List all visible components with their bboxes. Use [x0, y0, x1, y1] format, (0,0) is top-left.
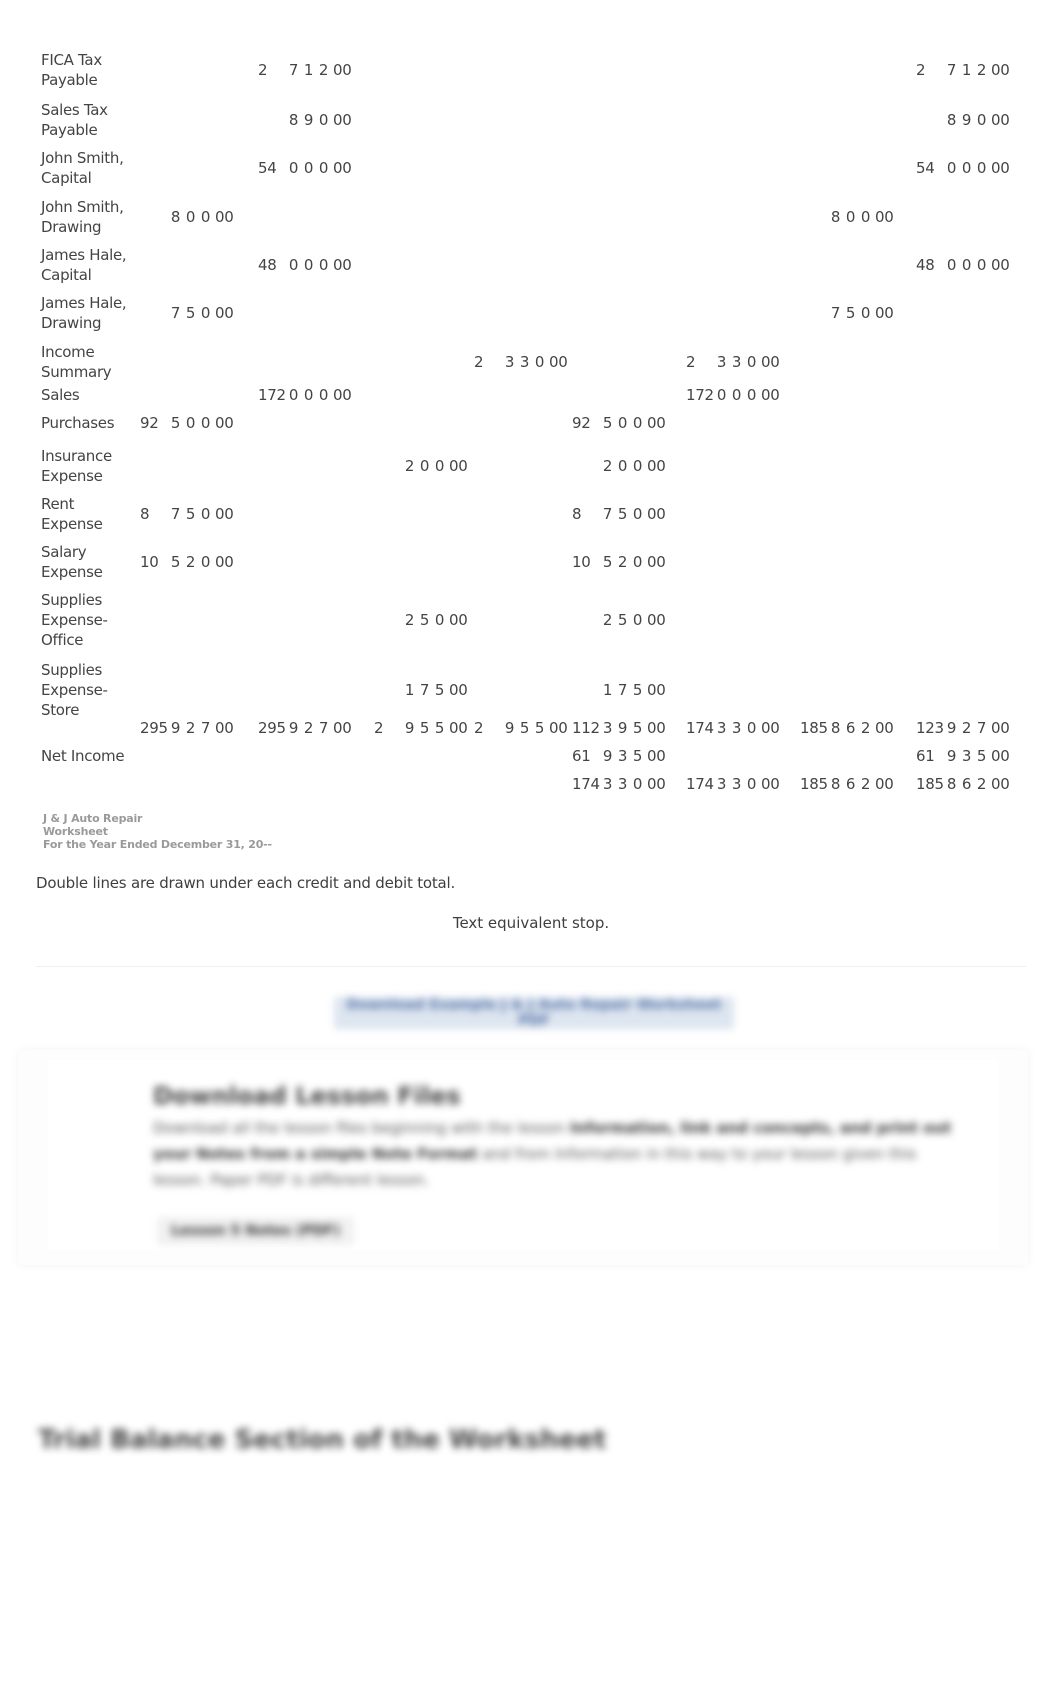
total-tb-debit: 295 9 2 7 00 — [140, 719, 234, 737]
final-total-is-credit: 174 3 3 0 00 — [686, 775, 780, 793]
amount-bs-debit: 8 0 0 00 — [830, 208, 894, 226]
total-bs-credit: 123 9 2 7 00 — [916, 719, 1010, 737]
caption-company: J & J Auto Repair — [43, 812, 143, 825]
amount-is-credit: 172 0 0 0 00 — [686, 386, 780, 404]
download-example-link[interactable]: Download Example J & J Auto Repair Works… — [334, 997, 734, 1029]
amount-is-debit: 92 5 0 0 00 — [572, 414, 666, 432]
net-income-is-debit: 61 9 3 5 00 — [572, 747, 666, 765]
total-adj-credit: 2 9 5 5 00 — [474, 719, 568, 737]
amount-adj-credit: 2 3 3 0 00 — [474, 353, 568, 371]
amount-is-debit: 1 7 5 00 — [602, 681, 666, 699]
total-is-credit: 174 3 3 0 00 — [686, 719, 780, 737]
caption-period: For the Year Ended December 31, 20-- — [43, 838, 272, 851]
account-name: Salary Expense — [41, 543, 103, 581]
total-is-debit: 112 3 9 5 00 — [572, 719, 666, 737]
body-text: Download all the lesson files beginning … — [153, 1119, 566, 1137]
amount-bs-debit: 7 5 0 00 — [830, 304, 894, 322]
amount-is-debit: 2 0 0 00 — [602, 457, 666, 475]
lesson-notes-pdf-button[interactable]: Lesson 5 Notes (PDF) — [158, 1218, 354, 1244]
account-name: Insurance Expense — [41, 447, 112, 485]
account-name: FICA Tax Payable — [41, 51, 102, 89]
account-name: Supplies Expense-Office — [41, 591, 108, 649]
amount-adj-debit: 2 5 0 00 — [404, 611, 468, 629]
amount-is-debit: 2 5 0 00 — [602, 611, 666, 629]
final-total-bs-credit: 185 8 6 2 00 — [916, 775, 1010, 793]
account-name: John Smith, Drawing — [41, 198, 124, 236]
final-total-is-debit: 174 3 3 0 00 — [572, 775, 666, 793]
amount-tb-debit: 92 5 0 0 00 — [140, 414, 234, 432]
total-adj-debit: 2 9 5 5 00 — [374, 719, 468, 737]
amount-tb-debit: 7 5 0 00 — [170, 304, 234, 322]
amount-adj-debit: 1 7 5 00 — [404, 681, 468, 699]
amount-is-credit: 2 3 3 0 00 — [686, 353, 780, 371]
body-bold-2: Notes from a simple Note Format — [195, 1145, 478, 1163]
text-equivalent-stop: Text equivalent stop. — [452, 914, 610, 932]
account-name: Income Summary — [41, 343, 112, 381]
caption-title: Worksheet — [43, 825, 108, 838]
amount-bs-credit: 54 0 0 0 00 — [916, 159, 1010, 177]
account-name: Supplies Expense-Store — [41, 661, 108, 719]
amount-tb-debit: 10 5 2 0 00 — [140, 553, 234, 571]
account-name: Purchases — [41, 414, 115, 432]
amount-tb-credit: 54 0 0 0 00 — [258, 159, 352, 177]
amount-is-debit: 10 5 2 0 00 — [572, 553, 666, 571]
account-name: John Smith, Capital — [41, 149, 124, 187]
account-name: Rent Expense — [41, 495, 103, 533]
account-name: Sales — [41, 386, 80, 404]
lesson-files-body: Download all the lesson files beginning … — [153, 1115, 963, 1193]
total-tb-credit: 295 9 2 7 00 — [258, 719, 352, 737]
download-example-section: Download Example J & J Auto Repair Works… — [36, 966, 1026, 1031]
amount-tb-credit: 48 0 0 0 00 — [258, 256, 352, 274]
worksheet-caption: J & J Auto Repair Worksheet For the Year… — [43, 812, 272, 851]
lesson-files-title: Download Lesson Files — [153, 1082, 461, 1110]
account-name: James Hale, Capital — [41, 246, 127, 284]
double-lines-note: Double lines are drawn under each credit… — [36, 874, 456, 892]
amount-tb-credit: 2 7 1 2 00 — [258, 61, 352, 79]
amount-tb-credit: 172 0 0 0 00 — [258, 386, 352, 404]
amount-tb-debit: 8 7 5 0 00 — [140, 505, 234, 523]
account-name: Sales Tax Payable — [41, 101, 108, 139]
net-income-label: Net Income — [41, 747, 125, 765]
lesson-files-card: Download Lesson Files Download all the l… — [18, 1050, 1028, 1265]
amount-tb-credit: 8 9 0 00 — [288, 111, 352, 129]
account-name: James Hale, Drawing — [41, 294, 127, 332]
amount-adj-debit: 2 0 0 00 — [404, 457, 468, 475]
amount-bs-credit: 8 9 0 00 — [946, 111, 1010, 129]
net-income-bs-credit: 61 9 3 5 00 — [916, 747, 1010, 765]
total-bs-debit: 185 8 6 2 00 — [800, 719, 894, 737]
next-section-title: Trial Balance Section of the Worksheet — [38, 1425, 607, 1455]
amount-is-debit: 8 7 5 0 00 — [572, 505, 666, 523]
amount-bs-credit: 2 7 1 2 00 — [916, 61, 1010, 79]
amount-tb-debit: 8 0 0 00 — [170, 208, 234, 226]
amount-bs-credit: 48 0 0 0 00 — [916, 256, 1010, 274]
final-total-bs-debit: 185 8 6 2 00 — [800, 775, 894, 793]
